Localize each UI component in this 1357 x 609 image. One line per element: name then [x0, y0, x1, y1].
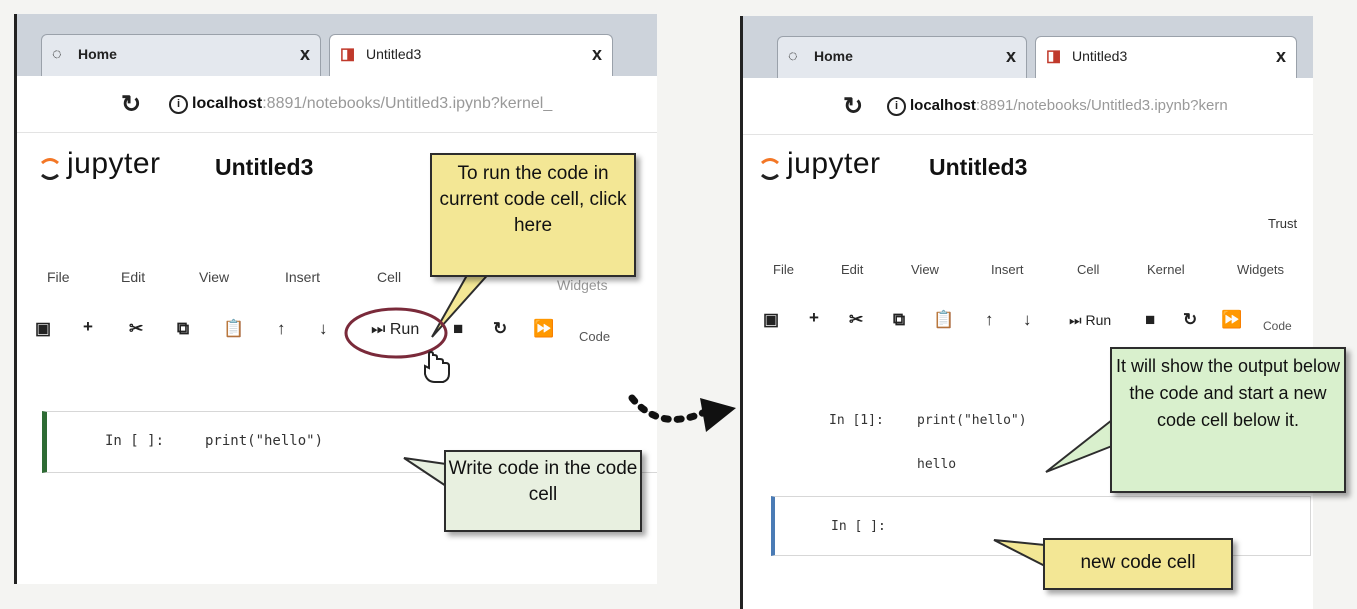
copy-icon[interactable]: ⧉ — [893, 310, 905, 330]
save-icon[interactable]: ▣ — [763, 310, 779, 330]
callout-run-instruction: To run the code in current code cell, cl… — [430, 153, 636, 277]
cell-prompt: In [1]: — [829, 413, 884, 428]
url-field[interactable]: i localhost:8891/notebooks/Untitled3.ipyn… — [887, 97, 1228, 116]
cell-prompt: In [ ]: — [105, 433, 165, 449]
tab-label: Home — [814, 48, 853, 64]
menu-file[interactable]: File — [47, 269, 70, 285]
restart-icon[interactable]: ↻ — [493, 319, 507, 339]
trusted-indicator[interactable]: Trust — [1268, 216, 1297, 231]
notebook-favicon-icon: ◨ — [340, 46, 356, 63]
move-up-icon[interactable]: ↑ — [985, 310, 994, 330]
close-icon[interactable]: x — [1276, 46, 1286, 67]
fast-forward-icon[interactable]: ⏩ — [533, 319, 554, 339]
run-button[interactable]: ⏭ Run — [371, 321, 419, 339]
reload-icon[interactable]: ↻ — [843, 92, 863, 121]
tab-untitled3[interactable]: ◨ Untitled3 x — [1035, 36, 1297, 78]
jupyter-logo-text: jupyter — [787, 147, 881, 180]
menu-view[interactable]: View — [911, 262, 939, 277]
cell-code[interactable]: print("hello") — [917, 413, 1027, 428]
menu-insert[interactable]: Insert — [285, 269, 320, 285]
notebook-title[interactable]: Untitled3 — [929, 154, 1027, 181]
url-field[interactable]: i localhost:8891/notebooks/Untitled3.ipyn… — [169, 95, 552, 114]
copy-icon[interactable]: ⧉ — [177, 319, 189, 339]
menu-cell[interactable]: Cell — [377, 269, 401, 285]
tab-label: Home — [78, 46, 117, 62]
move-up-icon[interactable]: ↑ — [277, 319, 286, 339]
restart-icon[interactable]: ↻ — [1183, 310, 1197, 330]
step-forward-icon: ⏭ — [371, 321, 390, 338]
close-icon[interactable]: x — [300, 44, 310, 65]
stop-icon[interactable]: ■ — [453, 319, 463, 339]
notebook-title[interactable]: Untitled3 — [215, 154, 313, 181]
tab-label: Untitled3 — [366, 46, 422, 62]
cell-type-select[interactable]: Code — [579, 329, 610, 344]
menu-cell[interactable]: Cell — [1077, 262, 1099, 277]
jupyter-logo-text: jupyter — [67, 147, 161, 180]
callout-output-explanation: It will show the output below the code a… — [1110, 347, 1346, 493]
jupyter-logo-icon — [41, 158, 59, 180]
tab-home[interactable]: ◌ Home x — [41, 34, 321, 76]
step-forward-icon: ⏭ — [1069, 312, 1086, 328]
address-bar: ↻ i localhost:8891/notebooks/Untitled3.ip… — [743, 78, 1313, 135]
paste-icon[interactable]: 📋 — [933, 310, 954, 330]
home-favicon-icon: ◌ — [788, 48, 798, 65]
notebook-favicon-icon: ◨ — [1046, 48, 1062, 65]
move-down-icon[interactable]: ↓ — [319, 319, 328, 339]
tab-untitled3[interactable]: ◨ Untitled3 x — [329, 34, 613, 76]
transition-arrow-head — [700, 398, 736, 432]
tab-strip: ◌ Home x ◨ Untitled3 x — [17, 14, 657, 76]
address-bar: ↻ i localhost:8891/notebooks/Untitled3.ip… — [17, 76, 657, 133]
menu-insert[interactable]: Insert — [991, 262, 1024, 277]
menu-file[interactable]: File — [773, 262, 794, 277]
add-cell-icon[interactable]: + — [83, 317, 93, 337]
close-icon[interactable]: x — [592, 44, 602, 65]
stop-icon[interactable]: ■ — [1145, 310, 1155, 330]
paste-icon[interactable]: 📋 — [223, 319, 244, 339]
menu-edit[interactable]: Edit — [841, 262, 863, 277]
cell-code[interactable]: print("hello") — [205, 433, 323, 449]
menu-widgets[interactable]: Widgets — [557, 277, 608, 293]
cut-icon[interactable]: ✂ — [849, 310, 863, 330]
tab-home[interactable]: ◌ Home x — [777, 36, 1027, 78]
home-favicon-icon: ◌ — [52, 46, 62, 63]
add-cell-icon[interactable]: + — [809, 308, 819, 328]
jupyter-logo-icon — [761, 158, 779, 180]
callout-write-instruction: Write code in the code cell — [444, 450, 642, 532]
move-down-icon[interactable]: ↓ — [1023, 310, 1032, 330]
fast-forward-icon[interactable]: ⏩ — [1221, 310, 1242, 330]
menu-view[interactable]: View — [199, 269, 229, 285]
menu-kernel[interactable]: Kernel — [1147, 262, 1185, 277]
menu-widgets[interactable]: Widgets — [1237, 262, 1284, 277]
save-icon[interactable]: ▣ — [35, 319, 51, 339]
info-icon: i — [887, 97, 906, 116]
close-icon[interactable]: x — [1006, 46, 1016, 67]
run-button[interactable]: ⏭ Run — [1069, 312, 1111, 329]
cut-icon[interactable]: ✂ — [129, 319, 143, 339]
menu-edit[interactable]: Edit — [121, 269, 145, 285]
tab-label: Untitled3 — [1072, 48, 1128, 64]
cell-prompt: In [ ]: — [831, 519, 886, 534]
callout-new-cell: new code cell — [1043, 538, 1233, 590]
reload-icon[interactable]: ↻ — [121, 90, 141, 119]
cell-type-select[interactable]: Code — [1263, 319, 1292, 333]
tab-strip: ◌ Home x ◨ Untitled3 x — [743, 16, 1313, 78]
info-icon: i — [169, 95, 188, 114]
browser-window-after: ◌ Home x ◨ Untitled3 x ↻ i localhost:8891… — [740, 16, 1313, 609]
cell-output: hello — [917, 457, 957, 472]
